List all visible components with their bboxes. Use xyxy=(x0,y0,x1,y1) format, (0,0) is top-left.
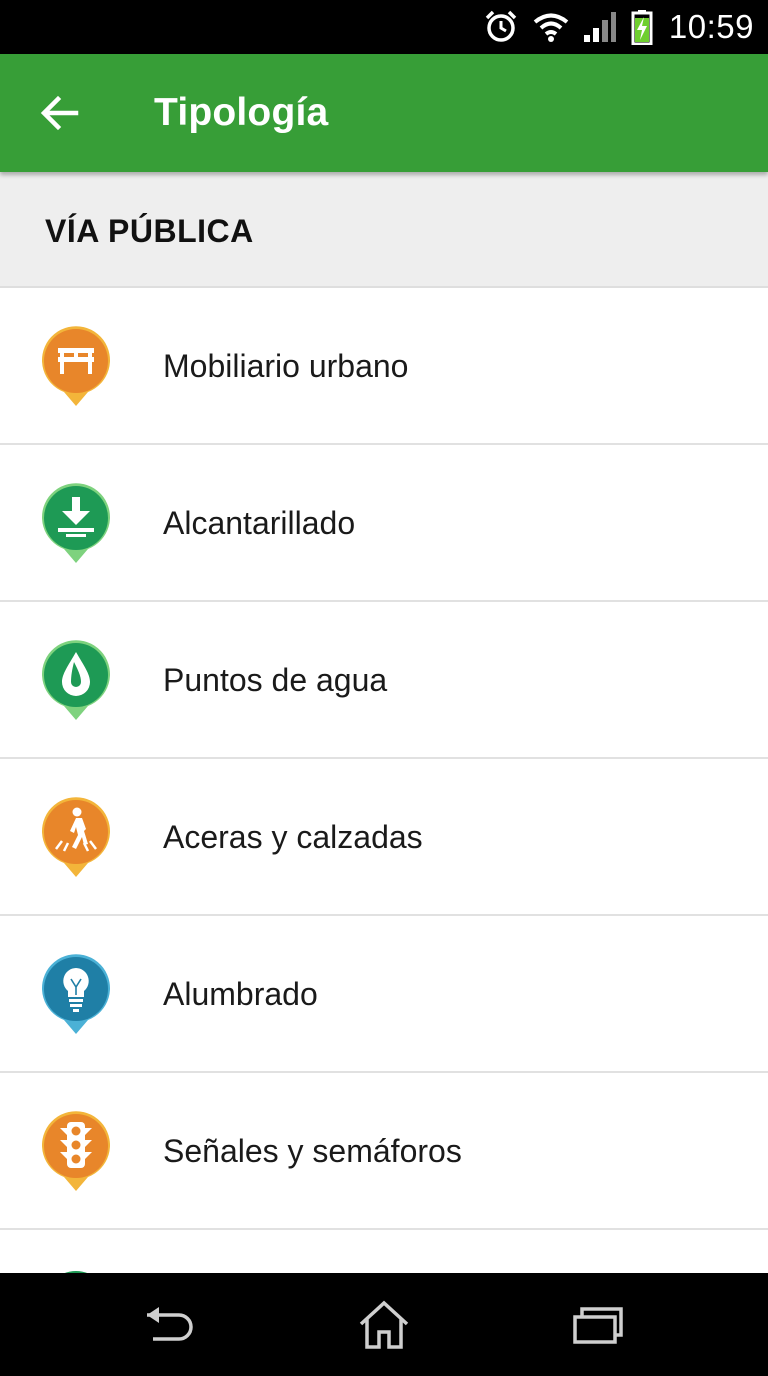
home-icon xyxy=(359,1300,409,1349)
nav-back-button[interactable] xyxy=(120,1293,220,1357)
list-item-label: Mobiliario urbano xyxy=(163,348,409,384)
list-item-alcantarillado[interactable]: Alcantarillado xyxy=(0,445,768,602)
status-time: 10:59 xyxy=(668,8,754,45)
list-item-label: Alcantarillado xyxy=(163,505,356,541)
list-item-mobiliario-urbano[interactable]: Mobiliario urbano xyxy=(0,288,768,445)
status-bar: 10:59 xyxy=(0,0,768,54)
nav-home-button[interactable] xyxy=(334,1293,434,1357)
navigation-bar xyxy=(0,1273,768,1376)
section-header: VÍA PÚBLICA xyxy=(0,172,768,288)
list-item-label: Señales y semáforos xyxy=(163,1133,462,1169)
list-item-aceras-y-calzadas[interactable]: Aceras y calzadas xyxy=(0,759,768,916)
nav-back-icon xyxy=(147,1307,193,1341)
battery-charging-icon xyxy=(631,10,653,45)
list-item-puntos-de-agua[interactable]: Puntos de agua xyxy=(0,602,768,759)
wifi-icon xyxy=(533,13,569,42)
list-item-senales-y-semaforos[interactable]: Señales y semáforos xyxy=(0,1073,768,1230)
traffic-light-icon xyxy=(42,1111,111,1191)
list-item-alumbrado[interactable]: Alumbrado xyxy=(0,916,768,1073)
arrow-back-icon xyxy=(40,95,79,131)
bench-icon xyxy=(42,326,111,406)
pedestrian-icon xyxy=(42,797,111,877)
category-list: Mobiliario urbano Alcantarillado Puntos … xyxy=(0,288,768,1335)
nav-recents-button[interactable] xyxy=(548,1293,648,1357)
drain-icon xyxy=(42,483,111,563)
page-title: Tipología xyxy=(154,91,329,134)
alarm-icon xyxy=(485,10,517,42)
list-item-label: Puntos de agua xyxy=(163,662,388,698)
section-title: VÍA PÚBLICA xyxy=(45,213,254,249)
app-bar: Tipología xyxy=(0,54,768,172)
signal-icon xyxy=(583,12,616,42)
lightbulb-icon xyxy=(42,954,111,1034)
water-drop-icon xyxy=(42,640,111,720)
recents-icon xyxy=(573,1307,623,1344)
back-button[interactable] xyxy=(22,75,98,151)
list-item-label: Aceras y calzadas xyxy=(163,819,423,855)
list-item-label: Alumbrado xyxy=(163,976,318,1012)
